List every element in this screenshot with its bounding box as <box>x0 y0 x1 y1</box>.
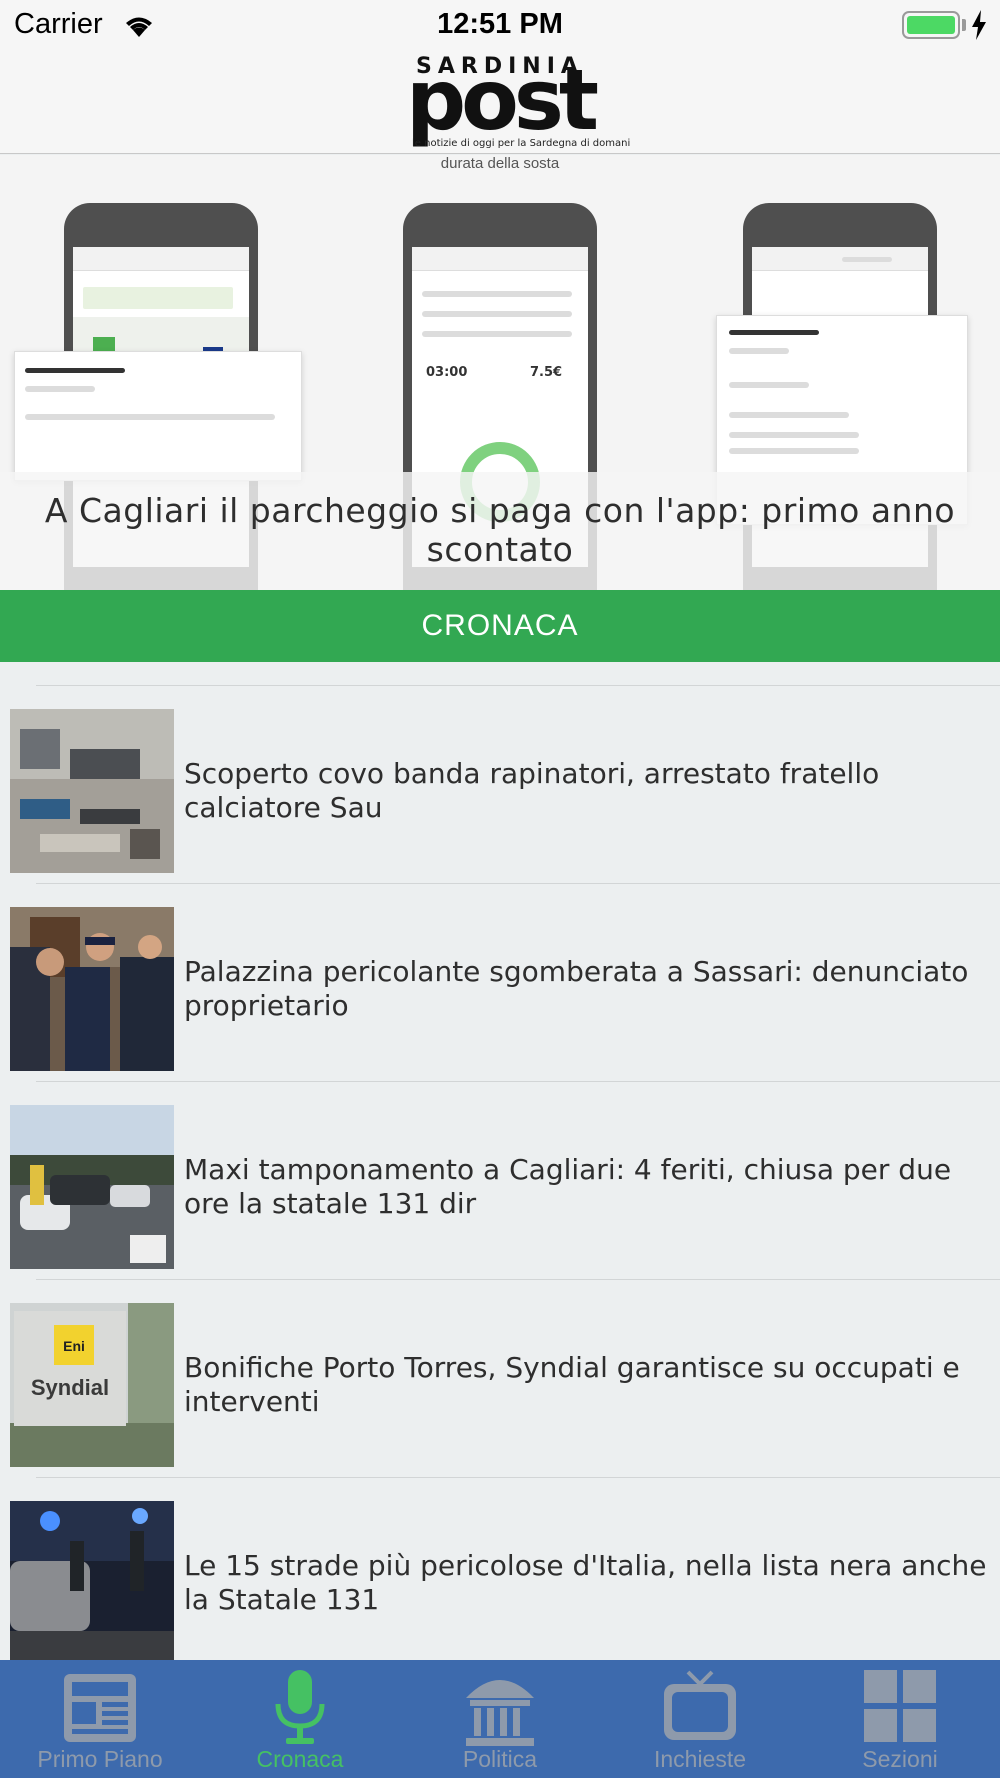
building-icon <box>466 1680 534 1746</box>
tab-label: Politica <box>462 1746 538 1772</box>
hero-title[interactable]: A Cagliari il parcheggio si paga con l'a… <box>30 491 970 569</box>
article-list[interactable]: Scoperto covo banda rapinatori, arrestat… <box>0 662 1000 1660</box>
article-thumbnail <box>10 907 174 1071</box>
app-header: SARDINIA post le notizie di oggi per la … <box>0 50 1000 154</box>
grid-icon <box>864 1670 936 1742</box>
article-thumbnail <box>10 1105 174 1269</box>
sardinia-post-logo[interactable]: SARDINIA post le notizie di oggi per la … <box>388 51 631 150</box>
section-header-cronaca: CRONACA <box>0 590 1000 662</box>
list-item[interactable]: Scoperto covo banda rapinatori, arrestat… <box>0 685 1000 883</box>
syndial-sign-text: Syndial <box>31 1375 109 1400</box>
status-bar: Carrier 12:51 PM <box>0 0 1000 50</box>
list-item[interactable]: Eni Syndial Bonifiche Porto Torres, Synd… <box>0 1279 1000 1477</box>
tab-politica[interactable]: Politica <box>400 1660 600 1778</box>
logo-main-text: post <box>406 51 599 149</box>
microphone-icon <box>275 1670 325 1744</box>
article-thumbnail <box>10 1501 174 1660</box>
newspaper-icon <box>64 1674 136 1742</box>
article-title: Scoperto covo banda rapinatori, arrestat… <box>184 757 880 824</box>
tab-primo-piano[interactable]: Primo Piano <box>0 1660 200 1778</box>
tv-icon <box>664 1670 736 1740</box>
list-item[interactable]: Le 15 strade più pericolose d'Italia, ne… <box>0 1477 1000 1660</box>
article-title: Bonifiche Porto Torres, Syndial garantis… <box>184 1351 960 1418</box>
tab-bar: Primo Piano Cronaca Politica Inchieste S… <box>0 1660 1000 1778</box>
hero-article[interactable]: durata della sosta 03:00 7.5€ A Cagliari… <box>0 155 1000 590</box>
phone-card <box>14 351 302 481</box>
article-title: Maxi tamponamento a Cagliari: 4 feriti, … <box>184 1153 952 1220</box>
tab-label: Primo Piano <box>37 1746 163 1772</box>
logo-tagline: le notizie di oggi per la Sardegna di do… <box>412 138 631 149</box>
tab-label: Cronaca <box>256 1746 344 1772</box>
article-title: Palazzina pericolante sgomberata a Sassa… <box>184 955 969 1022</box>
hero-image-caption: durata della sosta <box>440 155 560 172</box>
clock: 12:51 PM <box>437 8 563 40</box>
tab-inchieste[interactable]: Inchieste <box>600 1660 800 1778</box>
charging-icon <box>972 10 986 40</box>
article-title: Le 15 strade più pericolose d'Italia, ne… <box>184 1549 987 1616</box>
battery-tip <box>962 19 966 31</box>
tab-sezioni[interactable]: Sezioni <box>800 1660 1000 1778</box>
article-thumbnail: Eni Syndial <box>10 1303 174 1467</box>
eni-sign-text: Eni <box>63 1338 85 1354</box>
article-thumbnail <box>10 709 174 873</box>
tab-label: Inchieste <box>653 1746 747 1772</box>
battery-icon <box>902 11 960 39</box>
list-item[interactable]: Maxi tamponamento a Cagliari: 4 feriti, … <box>0 1081 1000 1279</box>
list-item[interactable]: Palazzina pericolante sgomberata a Sassa… <box>0 883 1000 1081</box>
tab-label: Sezioni <box>862 1746 938 1772</box>
tab-cronaca[interactable]: Cronaca <box>200 1660 400 1778</box>
